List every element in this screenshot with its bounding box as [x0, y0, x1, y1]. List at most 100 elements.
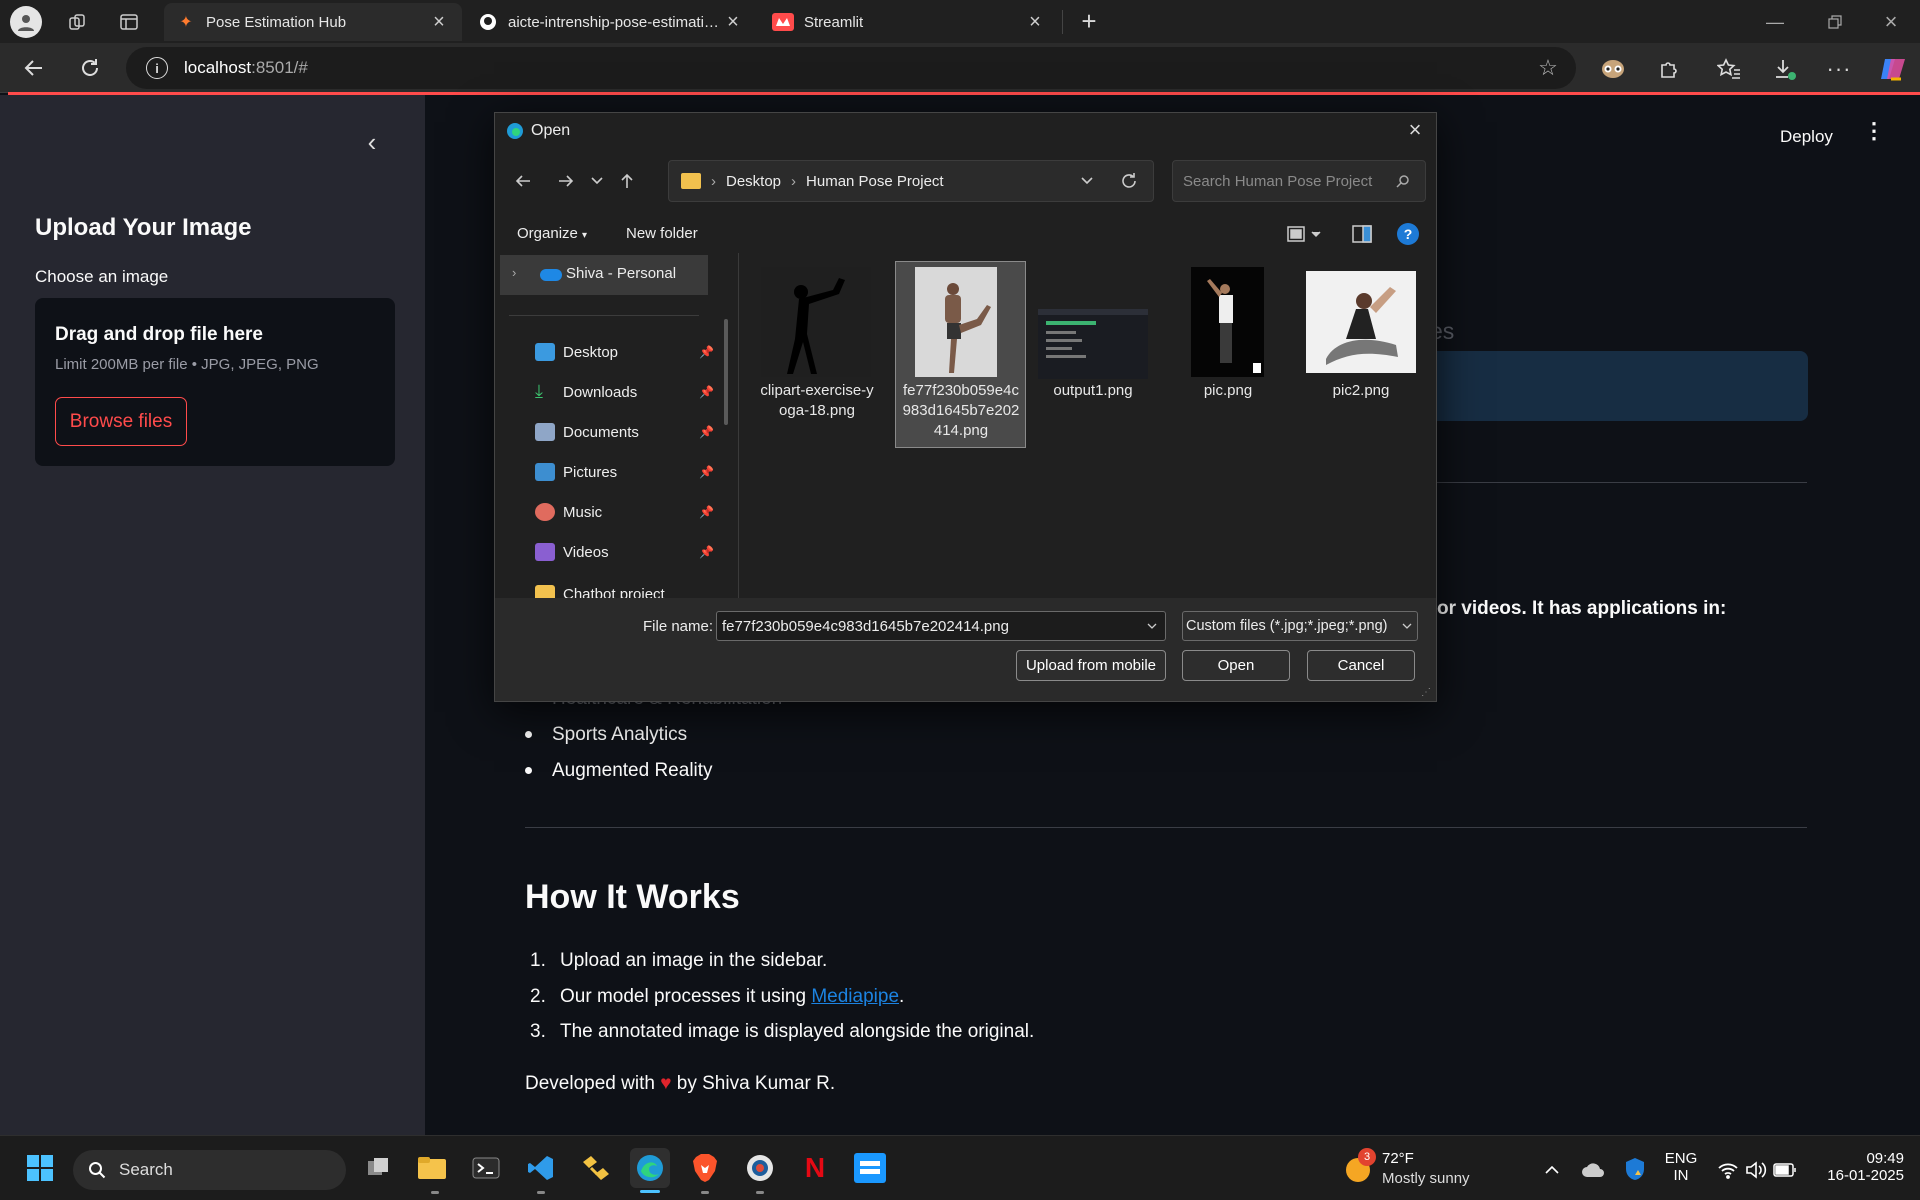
taskbar-search-box[interactable]: Search [73, 1150, 346, 1190]
open-button[interactable]: Open [1182, 650, 1290, 681]
running-app-indicator [756, 1191, 764, 1194]
dialog-forward-icon[interactable] [552, 167, 580, 195]
extension-icon[interactable] [1596, 54, 1630, 84]
dialog-refresh-icon[interactable] [1117, 169, 1141, 193]
new-tab-icon[interactable]: + [1074, 6, 1104, 36]
file-explorer-icon[interactable] [412, 1148, 452, 1188]
file-item-pic[interactable]: pic.png [1163, 261, 1293, 401]
profile-avatar-icon[interactable] [10, 6, 42, 38]
breadcrumb-bar[interactable]: › Desktop › Human Pose Project [668, 160, 1154, 202]
site-info-icon[interactable]: i [146, 57, 168, 79]
breadcrumb-desktop[interactable]: Desktop [726, 173, 781, 190]
netflix-icon[interactable]: N [795, 1148, 835, 1188]
brave-icon[interactable] [685, 1148, 725, 1188]
url-host: localhost [184, 58, 252, 77]
file-name-dropdown-icon[interactable] [1145, 620, 1159, 632]
vscode-icon[interactable] [521, 1148, 561, 1188]
pin-icon: 📌 [699, 505, 714, 519]
url-bar[interactable]: i localhost:8501/# ☆ [126, 47, 1576, 89]
preview-pane-icon[interactable] [1350, 223, 1374, 245]
camera-app-icon[interactable] [740, 1148, 780, 1188]
close-window-icon[interactable]: × [1876, 8, 1906, 36]
dialog-search-input[interactable]: Search Human Pose Project [1172, 160, 1426, 202]
collapse-sidebar-icon[interactable]: ‹ [358, 127, 386, 157]
organize-menu[interactable]: Organize ▾ [517, 225, 587, 242]
edge-browser-icon[interactable] [630, 1148, 670, 1188]
back-icon[interactable] [18, 53, 50, 83]
tab-pose-estimation-hub[interactable]: ✦ Pose Estimation Hub × [164, 3, 462, 41]
nav-item-chatbot-project[interactable]: Chatbot project [535, 578, 705, 598]
file-item-clipart[interactable]: clipart-exercise-y oga-18.png [752, 261, 882, 421]
list-item-application: Augmented Reality [525, 760, 713, 782]
file-item-pic2[interactable]: pic2.png [1296, 261, 1426, 401]
main-menu-icon[interactable]: ⋮ [1863, 120, 1885, 142]
breadcrumb-dropdown-icon[interactable] [1077, 171, 1097, 191]
nav-item-onedrive[interactable]: › Shiva - Personal [500, 255, 708, 295]
dialog-close-icon[interactable]: × [1401, 117, 1429, 143]
up-folder-icon[interactable] [613, 167, 641, 195]
nav-item-documents[interactable]: Documents 📌 [535, 416, 735, 448]
weather-desc[interactable]: Mostly sunny [1382, 1170, 1470, 1187]
file-item-selected[interactable]: fe77f230b059e4c 983d1645b7e202 414.png [896, 261, 1026, 441]
close-tab-icon[interactable]: × [428, 11, 450, 34]
nav-scrollbar[interactable] [724, 319, 728, 425]
cancel-button[interactable]: Cancel [1307, 650, 1415, 681]
volume-icon[interactable] [1744, 1158, 1768, 1182]
task-view-icon[interactable] [358, 1148, 398, 1188]
copilot-icon[interactable] [1876, 52, 1910, 86]
close-tab-icon[interactable]: × [1024, 11, 1046, 34]
prime-video-icon[interactable] [850, 1148, 890, 1188]
tab-streamlit[interactable]: Streamlit × [760, 3, 1058, 41]
file-item-output1[interactable]: output1.png [1028, 261, 1158, 401]
nav-divider [509, 315, 699, 316]
recent-locations-icon[interactable] [585, 167, 609, 195]
file-type-select[interactable]: Custom files (*.jpg;*.jpeg;*.png) [1182, 611, 1418, 641]
extensions-puzzle-icon[interactable] [1652, 54, 1686, 84]
nav-item-music[interactable]: Music 📌 [535, 496, 735, 528]
nav-item-videos[interactable]: Videos 📌 [535, 536, 735, 568]
nav-item-label: Shiva - Personal [566, 265, 677, 282]
browse-files-button[interactable]: Browse files [55, 397, 187, 446]
nav-item-desktop[interactable]: Desktop 📌 [535, 336, 735, 368]
dialog-back-icon[interactable] [509, 167, 537, 195]
pictures-icon [535, 463, 555, 481]
breadcrumb-human-pose-project[interactable]: Human Pose Project [806, 173, 944, 190]
workspaces-icon[interactable] [64, 9, 90, 35]
nav-item-downloads[interactable]: ⤓ Downloads 📌 [535, 376, 735, 408]
language-indicator[interactable]: ENG IN [1664, 1150, 1698, 1184]
nav-item-pictures[interactable]: Pictures 📌 [535, 456, 735, 488]
more-options-icon[interactable]: ··· [1822, 54, 1856, 84]
file-dropzone[interactable]: Drag and drop file here Limit 200MB per … [35, 298, 395, 466]
intro-text-tail: or videos. It has applications in: [1437, 598, 1727, 619]
security-shield-icon[interactable] [1622, 1156, 1648, 1182]
minimize-icon[interactable]: — [1760, 8, 1790, 36]
file-type-dropdown-icon[interactable] [1400, 620, 1414, 632]
help-icon[interactable]: ? [1397, 223, 1419, 245]
terminal-icon[interactable] [466, 1148, 506, 1188]
start-windows-icon[interactable] [20, 1148, 60, 1188]
close-tab-icon[interactable]: × [722, 11, 744, 34]
restore-icon[interactable] [1820, 8, 1850, 36]
file-name-input[interactable]: fe77f230b059e4c983d1645b7e202414.png [716, 611, 1166, 641]
upload-from-mobile-button[interactable]: Upload from mobile [1016, 650, 1166, 681]
downloads-icon[interactable] [1768, 54, 1802, 84]
mediapipe-link[interactable]: Mediapipe [811, 986, 899, 1007]
new-folder-button[interactable]: New folder [626, 225, 698, 242]
vertical-tabs-icon[interactable] [116, 9, 142, 35]
deploy-button[interactable]: Deploy [1780, 127, 1833, 147]
favorites-icon[interactable] [1712, 54, 1746, 84]
pin-icon: 📌 [699, 425, 714, 439]
refresh-icon[interactable] [74, 53, 106, 83]
favorite-star-icon[interactable]: ☆ [1536, 55, 1560, 80]
app-yellow-icon[interactable] [576, 1148, 616, 1188]
clock[interactable]: 09:49 16-01-2025 [1810, 1150, 1904, 1184]
wifi-icon[interactable] [1716, 1158, 1740, 1182]
battery-icon[interactable] [1772, 1158, 1798, 1182]
sidebar-title: Upload Your Image [35, 214, 252, 241]
resize-grip-icon[interactable]: ⋰ [1421, 687, 1431, 698]
onedrive-cloud-icon[interactable] [1580, 1158, 1606, 1182]
view-options-icon[interactable] [1283, 223, 1325, 245]
show-hidden-icons-icon[interactable] [1540, 1158, 1564, 1182]
weather-temp[interactable]: 72°F [1382, 1150, 1414, 1167]
tab-github[interactable]: aicte-intrenship-pose-estimation/ × [466, 3, 756, 41]
